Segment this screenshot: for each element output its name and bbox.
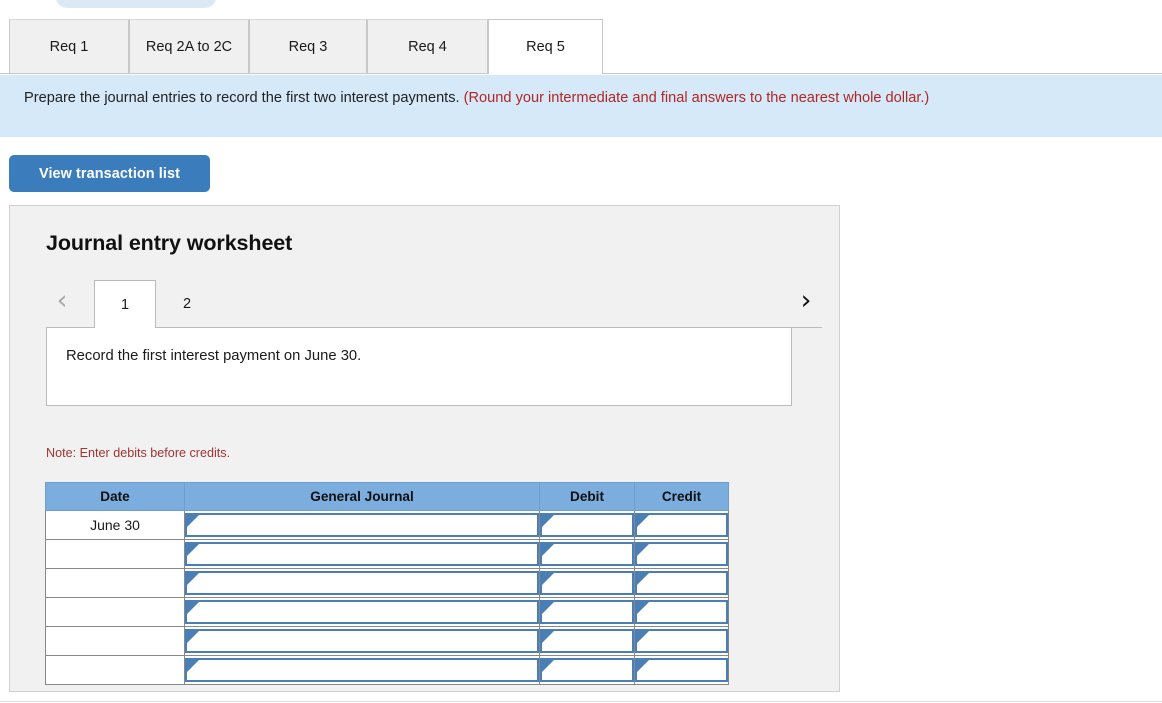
debits-before-credits-note: Note: Enter debits before credits. xyxy=(46,446,231,460)
credit-input[interactable] xyxy=(635,571,728,595)
credit-input[interactable] xyxy=(635,600,728,624)
chevron-left-icon[interactable]: ‹ xyxy=(46,282,78,318)
cell-date[interactable] xyxy=(45,568,185,598)
general-journal-input[interactable] xyxy=(185,571,539,595)
cell-debit xyxy=(539,539,635,569)
cell-credit xyxy=(634,539,729,569)
cell-general-journal xyxy=(184,568,540,598)
cell-date[interactable] xyxy=(45,597,185,627)
tab-req-2a-to-2c[interactable]: Req 2A to 2C xyxy=(129,19,249,73)
cell-general-journal xyxy=(184,597,540,627)
cell-credit xyxy=(634,568,729,598)
cell-credit xyxy=(634,655,729,685)
journal-entry-table: Date General Journal Debit Credit June 3… xyxy=(45,482,729,685)
general-journal-input[interactable] xyxy=(185,629,539,653)
cell-credit xyxy=(634,510,729,540)
cell-credit xyxy=(634,626,729,656)
cell-debit xyxy=(539,626,635,656)
credit-input[interactable] xyxy=(635,542,728,566)
tab-req-3[interactable]: Req 3 xyxy=(249,19,367,73)
debit-input[interactable] xyxy=(540,658,634,682)
worksheet-page-tab-1[interactable]: 1 xyxy=(94,280,156,328)
general-journal-input[interactable] xyxy=(185,658,539,682)
table-row xyxy=(45,626,729,656)
debit-input[interactable] xyxy=(540,513,634,537)
debit-input[interactable] xyxy=(540,600,634,624)
cell-debit xyxy=(539,597,635,627)
column-header-general-journal: General Journal xyxy=(184,482,540,511)
bottom-divider xyxy=(0,701,1162,702)
debit-input[interactable] xyxy=(540,629,634,653)
tab-req-4[interactable]: Req 4 xyxy=(367,19,488,73)
debit-input[interactable] xyxy=(540,571,634,595)
general-journal-input[interactable] xyxy=(185,600,539,624)
entry-description-text: Record the first interest payment on Jun… xyxy=(66,348,362,364)
worksheet-page-tab-2[interactable]: 2 xyxy=(156,280,218,328)
page-root: Req 1 Req 2A to 2C Req 3 Req 4 Req 5 Prepare… xyxy=(0,0,1162,703)
tab-req-1[interactable]: Req 1 xyxy=(9,19,129,73)
worksheet-pager: ‹ › 12 xyxy=(46,274,822,328)
tab-req-5[interactable]: Req 5 xyxy=(488,19,603,74)
instruction-banner: Prepare the journal entries to record th… xyxy=(0,75,1162,137)
cell-debit xyxy=(539,510,635,540)
cell-date[interactable]: June 30 xyxy=(45,510,185,540)
cell-debit xyxy=(539,655,635,685)
cell-credit xyxy=(634,597,729,627)
column-header-date: Date xyxy=(45,482,185,511)
debit-input[interactable] xyxy=(540,542,634,566)
chevron-right-icon[interactable]: › xyxy=(790,282,822,318)
cell-date[interactable] xyxy=(45,539,185,569)
table-row: June 30 xyxy=(45,510,729,540)
table-row xyxy=(45,597,729,627)
requirement-tab-strip: Req 1 Req 2A to 2C Req 3 Req 4 Req 5 xyxy=(0,19,1162,74)
column-header-credit: Credit xyxy=(634,482,729,511)
general-journal-input[interactable] xyxy=(185,513,539,537)
table-row xyxy=(45,568,729,598)
column-header-debit: Debit xyxy=(539,482,635,511)
table-row xyxy=(45,539,729,569)
journal-entry-table-body: June 30 xyxy=(45,510,729,685)
cell-general-journal xyxy=(184,510,540,540)
cell-general-journal xyxy=(184,655,540,685)
top-partial-pill xyxy=(56,0,216,8)
credit-input[interactable] xyxy=(635,629,728,653)
general-journal-input[interactable] xyxy=(185,542,539,566)
table-row xyxy=(45,655,729,685)
cell-date[interactable] xyxy=(45,655,185,685)
requirement-tabs-container: Req 1 Req 2A to 2C Req 3 Req 4 Req 5 xyxy=(0,19,1162,74)
table-header-row: Date General Journal Debit Credit xyxy=(45,482,729,511)
view-transaction-list-button[interactable]: View transaction list xyxy=(9,155,210,192)
credit-input[interactable] xyxy=(635,513,728,537)
journal-entry-worksheet-panel: Journal entry worksheet ‹ › 12 Record th… xyxy=(9,205,840,692)
cell-general-journal xyxy=(184,626,540,656)
cell-general-journal xyxy=(184,539,540,569)
cell-date[interactable] xyxy=(45,626,185,656)
cell-debit xyxy=(539,568,635,598)
instruction-rounding-note: (Round your intermediate and final answe… xyxy=(463,90,930,106)
page-title: Journal entry worksheet xyxy=(46,231,293,255)
credit-input[interactable] xyxy=(635,658,728,682)
entry-description-box: Record the first interest payment on Jun… xyxy=(46,328,792,406)
instruction-main-text: Prepare the journal entries to record th… xyxy=(24,90,464,106)
